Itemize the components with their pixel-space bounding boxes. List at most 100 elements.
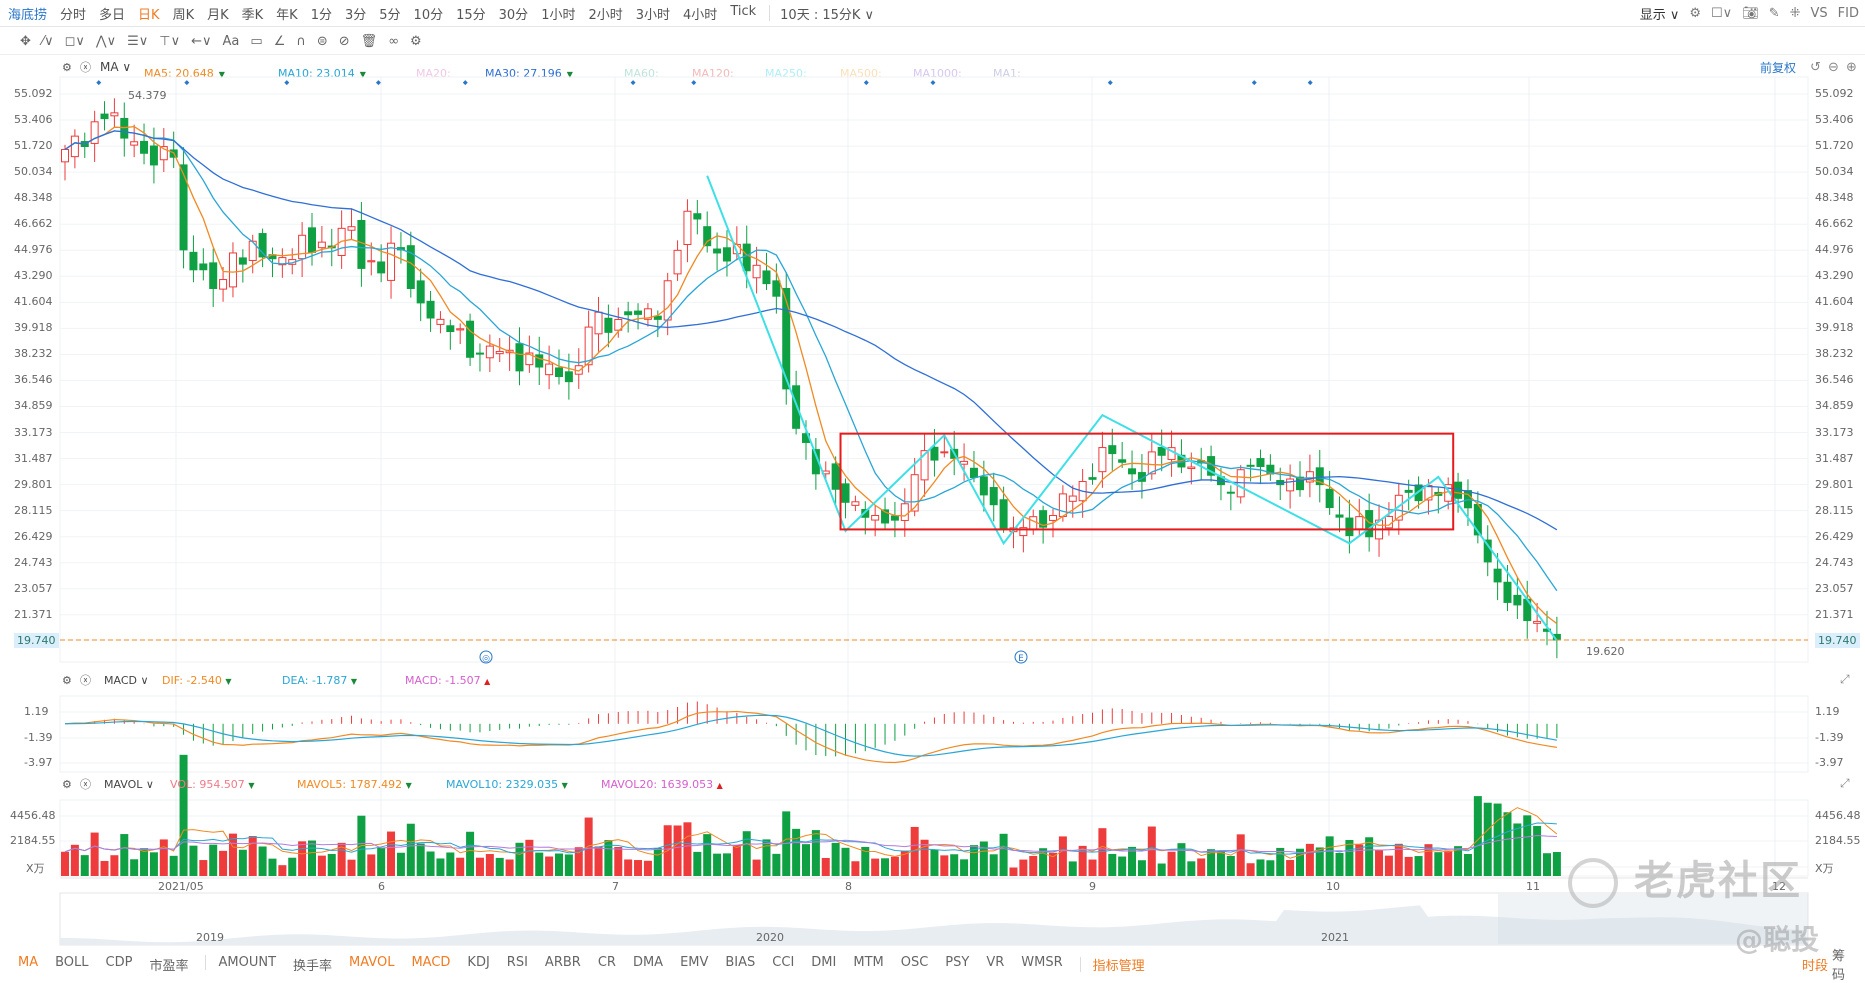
volume-bar (278, 865, 287, 876)
macd-dropdown[interactable]: MACD ∨ (104, 674, 149, 687)
candle-body (594, 311, 603, 335)
chips-tab[interactable]: 筹码 (1832, 945, 1848, 983)
candle (673, 240, 682, 281)
candle-body (1058, 493, 1067, 517)
indicator-wmsr[interactable]: WMSR (1021, 955, 1062, 974)
candle-body (219, 279, 228, 290)
zigzag-line (706, 175, 1558, 642)
event-circle-label: ◎ (482, 654, 490, 664)
indicator-dmi[interactable]: DMI (811, 955, 836, 974)
candle-body (555, 367, 563, 378)
indicator-cr[interactable]: CR (598, 955, 616, 974)
volume-bar (396, 852, 405, 876)
candle-body (1256, 458, 1265, 467)
indicator-macd[interactable]: MACD (411, 955, 450, 974)
date-tick: 6 (378, 880, 385, 893)
indicator-vr[interactable]: VR (986, 955, 1004, 974)
indicator-bias[interactable]: BIAS (725, 955, 755, 974)
candle (485, 334, 494, 373)
candle-body (199, 263, 208, 271)
watermark-author: @聪投 (1735, 923, 1820, 956)
candle (515, 327, 524, 386)
indicator-cdp[interactable]: CDP (106, 955, 133, 974)
volume-bar (466, 831, 475, 876)
candle-body (535, 354, 544, 368)
volume-bar (90, 832, 99, 876)
volume-bar (940, 855, 949, 876)
event-marker (630, 80, 636, 86)
volume-bar (179, 754, 188, 876)
candle-body (999, 499, 1008, 529)
high-price-label: 54.379 (128, 89, 167, 102)
indicator-市盈率[interactable]: 市盈率 (149, 955, 188, 974)
indicator-ma[interactable]: MA (18, 955, 38, 974)
volume-bar (693, 851, 702, 876)
indicator-rsi[interactable]: RSI (507, 955, 528, 974)
dif-value: DIF: -2.540 ▼ (162, 673, 232, 687)
gear-icon[interactable]: ⚙ (62, 674, 72, 687)
volume-bar (643, 860, 652, 876)
volume-bar (288, 857, 297, 876)
indicator-换手率[interactable]: 换手率 (293, 955, 332, 974)
candle (703, 211, 712, 253)
candle (357, 201, 366, 287)
date-tick: 7 (612, 880, 619, 893)
indicator-cci[interactable]: CCI (772, 955, 794, 974)
price-tick-left: 34.859 (14, 399, 53, 413)
candle-body (515, 343, 524, 372)
candle (179, 147, 188, 269)
chart-area[interactable]: ◎ E (0, 0, 1865, 950)
expand-icon[interactable]: ⤢ (1840, 672, 1850, 687)
volume-bar (1355, 844, 1364, 876)
gear-icon[interactable]: ⚙ (62, 778, 72, 791)
indicator-mavol[interactable]: MAVOL (349, 955, 394, 974)
price-tick-left: 48.348 (14, 191, 53, 205)
volume-bar (614, 847, 623, 876)
divider (205, 954, 207, 970)
candle (594, 296, 603, 352)
volume-bar (594, 846, 603, 876)
expand-icon[interactable]: ⤢ (1840, 776, 1850, 791)
indicator-psy[interactable]: PSY (945, 955, 969, 974)
indicator-arbr[interactable]: ARBR (545, 955, 581, 974)
price-tick-right: 55.092 (1815, 87, 1854, 100)
candle-body (979, 476, 988, 496)
candle (762, 252, 771, 290)
volume-bar (1375, 849, 1384, 876)
indicator-boll[interactable]: BOLL (55, 955, 88, 974)
indicator-kdj[interactable]: KDJ (467, 955, 489, 974)
candle (209, 248, 218, 307)
price-tick-left: 43.290 (14, 269, 53, 283)
candle (80, 132, 89, 158)
candle (1345, 499, 1354, 554)
volume-bar (1167, 851, 1176, 876)
event-marker (284, 80, 290, 86)
volume-bar (1157, 863, 1166, 876)
volume-bar (1009, 867, 1018, 876)
volume-bar (1543, 853, 1551, 876)
mavol10-value: MAVOL10: 2329.035 ▼ (446, 777, 568, 791)
price-tick-left: 41.604 (14, 295, 53, 309)
price-tick-left: 24.743 (14, 555, 53, 569)
close-icon[interactable]: ⓧ (80, 776, 91, 792)
candle (1315, 449, 1324, 503)
candle-body (841, 483, 850, 503)
candle (930, 429, 939, 477)
indicator-mtm[interactable]: MTM (853, 955, 883, 974)
volume-bar (436, 858, 445, 876)
mavol-dropdown[interactable]: MAVOL ∨ (104, 778, 154, 791)
ma30-line (64, 130, 1558, 531)
indicator-dma[interactable]: DMA (633, 955, 663, 974)
volume-bar (80, 855, 89, 876)
candle-body (1088, 477, 1097, 480)
indicator-osc[interactable]: OSC (901, 955, 929, 974)
volume-bar (1068, 861, 1077, 876)
close-icon[interactable]: ⓧ (80, 672, 91, 688)
volume-bar (811, 830, 820, 876)
candle-body (317, 241, 326, 249)
candle-body (189, 251, 198, 271)
indicator-manage-button[interactable]: 指标管理 (1093, 955, 1145, 974)
indicator-emv[interactable]: EMV (680, 955, 708, 974)
indicator-amount[interactable]: AMOUNT (218, 955, 276, 974)
volume-bar (1276, 847, 1285, 876)
